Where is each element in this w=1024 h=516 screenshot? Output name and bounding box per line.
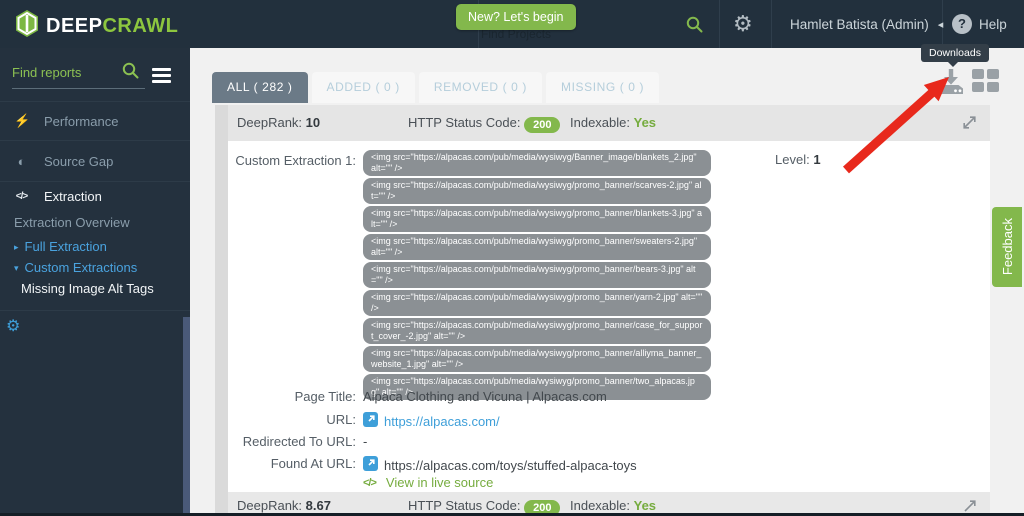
record-header[interactable]: DeepRank: 8.67 HTTP Status Code: 200 Ind… <box>228 492 990 513</box>
extraction-badge: <img src="https://alpacas.com/pub/media/… <box>363 178 711 204</box>
tab-all[interactable]: ALL ( 282 ) <box>212 72 308 103</box>
downloads-tooltip: Downloads <box>921 44 989 62</box>
status-code-badge: 200 <box>524 500 560 513</box>
field-label: Redirected To URL: <box>228 434 356 449</box>
records-scrollbar-track[interactable] <box>215 105 228 513</box>
redirected-value: - <box>363 434 367 449</box>
logo-text: DEEPCRAWL <box>46 15 178 38</box>
record-detail: Custom Extraction 1: <img src="https://a… <box>228 141 990 492</box>
url-link[interactable]: https://alpacas.com/ <box>384 414 500 429</box>
report-tabs: ALL ( 282 ) ADDED ( 0 ) REMOVED ( 0 ) MI… <box>212 72 659 103</box>
sidebar-item-extraction[interactable]: </> Extraction <box>0 181 190 211</box>
expand-record-icon[interactable] <box>961 498 978 513</box>
sidebar: Find reports ⚡ Performance ◐ Source Gap … <box>0 48 190 516</box>
field-label: URL: <box>228 412 356 427</box>
lightning-icon: ⚡ <box>14 113 29 129</box>
extraction-badge: <img src="https://alpacas.com/pub/media/… <box>363 262 711 288</box>
deeprank-value: DeepRank: 10 <box>237 115 320 130</box>
find-reports-underline <box>12 88 145 89</box>
sidebar-item-label: Full Extraction <box>25 239 107 254</box>
field-label: Found At URL: <box>228 456 356 471</box>
extraction-badge: <img src="https://alpacas.com/pub/media/… <box>363 234 711 260</box>
found-at-row: Found At URL: https://alpacas.com/toys/s… <box>228 456 990 474</box>
feedback-button[interactable]: Feedback <box>992 207 1022 287</box>
chevron-right-icon: ▸ <box>14 242 19 252</box>
http-status: HTTP Status Code: 200 <box>408 498 560 513</box>
field-label: Custom Extraction 1: <box>228 153 356 168</box>
sidebar-item-extraction-overview[interactable]: Extraction Overview <box>14 215 130 230</box>
report-settings-gear-icon[interactable]: ⚙ <box>6 316 20 336</box>
new-lets-begin-button[interactable]: New? Let's begin <box>456 4 576 30</box>
extraction-badge: <img src="https://alpacas.com/pub/media/… <box>363 150 711 176</box>
sidebar-item-source-gap[interactable]: ◐ Source Gap <box>0 140 190 181</box>
red-annotation-arrow <box>830 66 960 191</box>
extraction-badge: <img src="https://alpacas.com/pub/media/… <box>363 346 711 372</box>
level-value: Level: 1 <box>775 152 821 167</box>
user-name-label: Hamlet Batista (Admin) <box>790 17 929 32</box>
found-at-value: https://alpacas.com/toys/stuffed-alpaca-… <box>384 458 637 473</box>
sidebar-item-missing-image-alt-tags[interactable]: Missing Image Alt Tags <box>21 281 154 296</box>
deepcrawl-cube-icon <box>15 10 39 42</box>
sidebar-scrollbar[interactable] <box>183 317 190 516</box>
contrast-icon: ◐ <box>14 154 29 169</box>
sidebar-item-label: Performance <box>44 114 118 129</box>
code-icon: </> <box>363 477 376 489</box>
sidebar-divider <box>0 310 190 311</box>
tab-added[interactable]: ADDED ( 0 ) <box>312 72 415 103</box>
user-menu-caret-icon: ◂ <box>938 18 944 31</box>
sidebar-item-custom-extractions[interactable]: ▾ Custom Extractions <box>14 260 137 275</box>
indexable-status: Indexable: Yes <box>570 115 656 130</box>
extraction-badge: <img src="https://alpacas.com/pub/media/… <box>363 318 711 344</box>
view-source-label: View in live source <box>386 475 493 490</box>
feedback-label: Feedback <box>1000 218 1015 275</box>
chevron-down-icon: ▾ <box>14 263 19 273</box>
user-menu[interactable]: Hamlet Batista (Admin) ◂ <box>790 0 943 48</box>
header-divider <box>719 0 720 48</box>
settings-gear-icon[interactable]: ⚙ <box>733 9 753 39</box>
extraction-badge: <img src="https://alpacas.com/pub/media/… <box>363 290 711 316</box>
help-button[interactable]: ? Help <box>952 0 1007 48</box>
sidebar-item-label: Extraction <box>44 189 102 204</box>
code-icon: </> <box>14 191 29 202</box>
external-link-icon[interactable] <box>363 412 378 430</box>
view-in-live-source-link[interactable]: </> View in live source <box>363 475 493 490</box>
question-circle-icon: ? <box>952 14 972 34</box>
tab-missing[interactable]: MISSING ( 0 ) <box>546 72 659 103</box>
status-code-badge: 200 <box>524 117 560 133</box>
redirected-row: Redirected To URL: - <box>228 434 990 449</box>
menu-hamburger-icon[interactable] <box>152 68 171 86</box>
find-reports-search-icon[interactable] <box>122 62 139 84</box>
indexable-status: Indexable: Yes <box>570 498 656 513</box>
header-divider <box>771 0 772 48</box>
search-icon[interactable] <box>686 16 703 38</box>
tooltip-caret <box>947 61 959 67</box>
sidebar-item-performance[interactable]: ⚡ Performance <box>0 101 190 140</box>
find-reports-input[interactable]: Find reports <box>12 65 81 80</box>
extraction-badge: <img src="https://alpacas.com/pub/media/… <box>363 206 711 232</box>
grid-view-icon[interactable] <box>972 69 999 92</box>
sidebar-item-label: Source Gap <box>44 154 113 169</box>
http-status: HTTP Status Code: 200 <box>408 115 560 133</box>
deepcrawl-logo[interactable]: DEEPCRAWL <box>15 10 178 42</box>
deeprank-value: DeepRank: 8.67 <box>237 498 331 513</box>
help-label: Help <box>979 17 1007 32</box>
tab-removed[interactable]: REMOVED ( 0 ) <box>419 72 542 103</box>
field-label: Page Title: <box>228 389 356 404</box>
url-row: URL: https://alpacas.com/ <box>228 412 990 430</box>
sidebar-item-label: Custom Extractions <box>25 260 138 275</box>
page-title-value: Alpaca Clothing and Vicuna | Alpacas.com <box>363 389 607 404</box>
deepcrawl-app: DEEPCRAWL Find Projects New? Let's begin… <box>0 0 1024 516</box>
expand-record-icon[interactable] <box>961 114 978 136</box>
external-link-icon[interactable] <box>363 456 378 474</box>
sidebar-item-full-extraction[interactable]: ▸ Full Extraction <box>14 239 107 254</box>
view-source-row: </> View in live source <box>228 475 990 490</box>
page-title-row: Page Title: Alpaca Clothing and Vicuna |… <box>228 389 990 404</box>
top-header: DEEPCRAWL Find Projects New? Let's begin… <box>0 0 1024 48</box>
extraction-badges: <img src="https://alpacas.com/pub/media/… <box>363 150 715 402</box>
